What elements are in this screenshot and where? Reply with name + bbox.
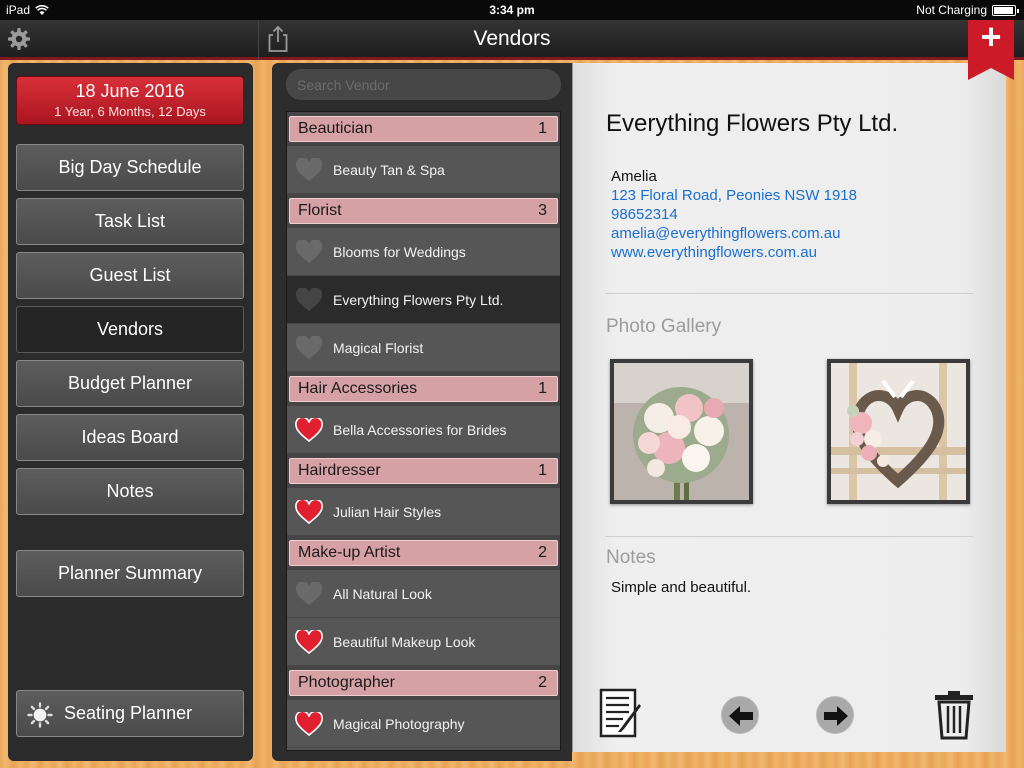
category-label: Beautician — [298, 120, 373, 137]
vendor-name: Beauty Tan & Spa — [333, 162, 445, 178]
category-label: Florist — [298, 202, 342, 219]
top-navigation-bar: Vendors — [0, 20, 1024, 60]
vendor-name: Julian Hair Styles — [333, 504, 442, 520]
heart-favorite-icon[interactable] — [295, 712, 323, 736]
heart-outline-icon[interactable] — [295, 240, 323, 264]
heart-favorite-icon[interactable] — [295, 418, 323, 442]
nav-task-list[interactable]: Task List — [16, 198, 244, 245]
category-header: Hair Accessories 1 — [287, 372, 560, 406]
vendor-title: Everything Flowers Pty Ltd. — [606, 110, 899, 137]
notes-text: Simple and beautiful. — [611, 579, 752, 596]
sidebar: 18 June 2016 1 Year, 6 Months, 12 Days B… — [8, 63, 253, 761]
heart-favorite-icon[interactable] — [295, 500, 323, 524]
heart-outline-icon[interactable] — [295, 336, 323, 360]
vendor-detail-panel: Everything Flowers Pty Ltd. Amelia 123 F… — [572, 63, 1006, 752]
nav-ideas-board[interactable]: Ideas Board — [16, 414, 244, 461]
nav-big-day-schedule[interactable]: Big Day Schedule — [16, 144, 244, 191]
vendor-row-selected[interactable]: Everything Flowers Pty Ltd. — [287, 276, 560, 324]
previous-button[interactable] — [721, 696, 759, 734]
vendor-name: Magical Photography — [333, 716, 465, 732]
seating-planner-label: Seating Planner — [64, 703, 193, 723]
email-link[interactable]: amelia@everythingflowers.com.au — [611, 224, 857, 243]
arrow-left-icon — [729, 706, 753, 726]
vendor-row[interactable]: Magical Photography — [287, 700, 560, 748]
category-count: 2 — [538, 674, 547, 691]
vendor-name: Blooms for Weddings — [333, 244, 466, 260]
category-header: Photographer 2 — [287, 666, 560, 700]
category-count: 1 — [538, 120, 547, 137]
heart-wreath-photo-image — [831, 363, 966, 500]
category-count: 1 — [538, 462, 547, 479]
vendor-row[interactable]: Beauty Tan & Spa — [287, 146, 560, 194]
contact-name: Amelia — [611, 168, 657, 185]
status-bar: iPad 3:34 pm Not Charging — [0, 0, 1024, 20]
website-link[interactable]: www.everythingflowers.com.au — [611, 243, 857, 262]
battery-icon — [992, 4, 1019, 16]
photo-gallery-heading: Photo Gallery — [606, 316, 722, 337]
nav-seating-planner[interactable]: Seating Planner — [16, 690, 244, 737]
vendor-row[interactable]: Julian Hair Styles — [287, 488, 560, 536]
vendor-row[interactable]: All Natural Look — [287, 570, 560, 618]
edit-note-icon[interactable] — [599, 688, 641, 738]
gallery-photo[interactable] — [610, 359, 753, 504]
phone-link[interactable]: 98652314 — [611, 205, 857, 224]
battery-label: Not Charging — [916, 3, 987, 17]
heart-outline-icon[interactable] — [295, 158, 323, 182]
nav-guest-list[interactable]: Guest List — [16, 252, 244, 299]
page-title: Vendors — [473, 27, 551, 50]
heart-outline-icon[interactable] — [295, 582, 323, 606]
contact-block: Amelia 123 Floral Road, Peonies NSW 1918… — [611, 167, 857, 262]
heart-outline-icon[interactable] — [295, 288, 323, 312]
vendor-row[interactable]: Beautiful Makeup Look — [287, 618, 560, 666]
category-count: 2 — [538, 544, 547, 561]
wedding-date: 18 June 2016 — [75, 81, 185, 101]
status-time: 3:34 pm — [489, 3, 535, 17]
wedding-date-card[interactable]: 18 June 2016 1 Year, 6 Months, 12 Days — [16, 76, 244, 125]
vendor-row[interactable]: Magical Florist — [287, 324, 560, 372]
heart-favorite-icon[interactable] — [295, 630, 323, 654]
vendor-list-panel: Beautician 1 Beauty Tan & Spa Florist 3 Bl… — [272, 63, 572, 761]
countdown-text: 1 Year, 6 Months, 12 Days — [54, 104, 206, 119]
nav-notes[interactable]: Notes — [16, 468, 244, 515]
vendor-row[interactable]: Bella Accessories for Brides — [287, 406, 560, 454]
search-input[interactable] — [286, 69, 561, 100]
category-count: 3 — [538, 202, 547, 219]
trash-icon[interactable] — [933, 690, 975, 740]
category-header: Make-up Artist 2 — [287, 536, 560, 570]
arrow-right-icon — [824, 706, 848, 726]
next-button[interactable] — [816, 696, 854, 734]
category-header: Beautician 1 — [287, 112, 560, 146]
vendor-name: Beautiful Makeup Look — [333, 634, 476, 650]
gallery-photo[interactable] — [827, 359, 970, 504]
vendor-name: Bella Accessories for Brides — [333, 422, 507, 438]
divider — [605, 293, 973, 294]
vendor-name: All Natural Look — [333, 586, 432, 602]
address-link[interactable]: 123 Floral Road, Peonies NSW 1918 — [611, 186, 857, 205]
category-count: 1 — [538, 380, 547, 397]
nav-vendors[interactable]: Vendors — [16, 306, 244, 353]
category-header: Hairdresser 1 — [287, 454, 560, 488]
vendor-name: Magical Florist — [333, 340, 424, 356]
notes-heading: Notes — [606, 547, 656, 568]
vendor-list[interactable]: Beautician 1 Beauty Tan & Spa Florist 3 Bl… — [286, 111, 561, 751]
nav-budget-planner[interactable]: Budget Planner — [16, 360, 244, 407]
vendor-name: Everything Flowers Pty Ltd. — [333, 292, 504, 308]
category-label: Hair Accessories — [298, 380, 418, 397]
nav-planner-summary[interactable]: Planner Summary — [16, 550, 244, 597]
category-label: Photographer — [298, 674, 395, 691]
category-header: Florist 3 — [287, 194, 560, 228]
bouquet-photo-image — [614, 363, 749, 500]
divider — [605, 536, 973, 537]
vendor-row[interactable]: Blooms for Weddings — [287, 228, 560, 276]
sun-icon — [27, 702, 53, 728]
category-label: Make-up Artist — [298, 544, 401, 561]
category-label: Hairdresser — [298, 462, 381, 479]
plus-icon: + — [980, 16, 1002, 57]
